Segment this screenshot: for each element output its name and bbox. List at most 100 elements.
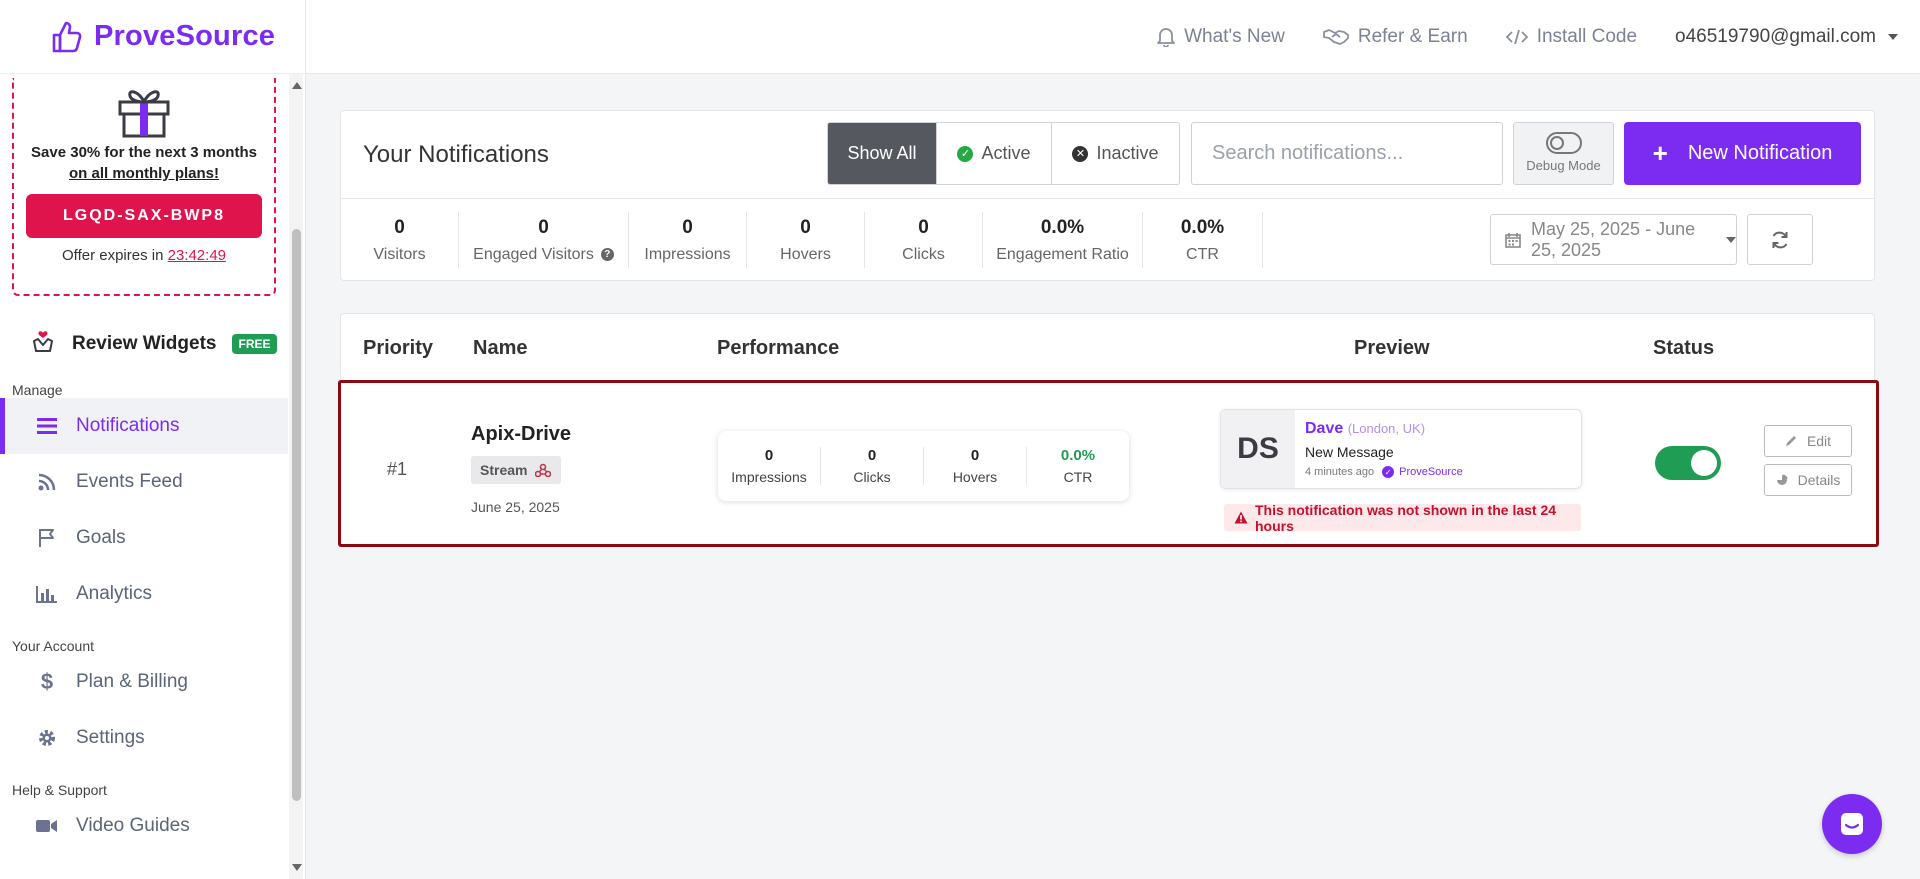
heart-hands-icon [30, 327, 58, 361]
col-priority: Priority [363, 336, 434, 359]
sidebar-scrollbar[interactable] [289, 74, 303, 879]
sidebar-item-settings[interactable]: Settings [0, 710, 288, 766]
logo[interactable]: ProveSource [0, 0, 305, 74]
whats-new-link[interactable]: What's New [1157, 26, 1285, 48]
sidebar: ProveSource Save 30% for the next 3 mont… [0, 0, 306, 879]
col-status: Status [1653, 336, 1715, 359]
table-row[interactable]: #1 Apix-Drive Stream June 25, 2025 0 Imp… [338, 380, 1879, 547]
filter-inactive[interactable]: ✕ Inactive [1051, 123, 1179, 184]
preview-time: 4 minutes ago [1305, 466, 1375, 478]
section-manage: Manage [12, 382, 63, 398]
promo-headline: Save 30% for the next 3 months [31, 144, 257, 161]
sidebar-item-goals[interactable]: Goals [0, 510, 288, 566]
flag-icon [36, 527, 58, 549]
preview-brand: ProveSource [1399, 466, 1463, 478]
stats-bar: 0 Visitors 0 Engaged Visitors? 0 Impress… [341, 199, 1874, 281]
col-performance: Performance [717, 336, 840, 359]
promo-code-button[interactable]: LGQD-SAX-BWP8 [26, 194, 262, 238]
preview-body: Dave (London, UK) New Message 4 minutes … [1295, 410, 1463, 488]
stat-value: 0.0% [1180, 216, 1225, 238]
filter-show-all[interactable]: Show All [828, 123, 936, 184]
preview-name: Dave (London, UK) [1305, 420, 1463, 438]
scroll-down-arrow-icon[interactable] [292, 864, 302, 871]
whats-new-label: What's New [1184, 25, 1285, 47]
notifications-card: Your Notifications Show All ✓ Active ✕ I… [340, 110, 1875, 281]
status-toggle[interactable] [1655, 446, 1721, 480]
sidebar-item-video-guides[interactable]: Video Guides [0, 798, 288, 854]
calendar-icon [1505, 232, 1521, 248]
col-preview: Preview [1354, 336, 1430, 359]
sidebar-item-label: Video Guides [76, 815, 190, 836]
edit-button[interactable]: Edit [1764, 425, 1852, 457]
search-input[interactable] [1191, 122, 1503, 185]
page-title: Your Notifications [363, 140, 549, 168]
avatar: DS [1221, 410, 1295, 488]
refresh-button[interactable] [1747, 214, 1813, 265]
perf-value: 0 [764, 447, 774, 464]
date-range-picker[interactable]: May 25, 2025 - June 25, 2025 [1490, 214, 1737, 265]
sidebar-item-label: Settings [76, 727, 145, 748]
video-icon [36, 815, 58, 837]
stat-label: Engagement Ratio [996, 245, 1129, 263]
sidebar-item-label: Notifications [76, 415, 180, 436]
performance-summary: 0 Impressions 0 Clicks 0 Hovers 0.0% CTR [718, 431, 1129, 501]
section-help-support: Help & Support [12, 782, 107, 798]
perf-label: CTR [1063, 469, 1093, 485]
perf-hovers: 0 Hovers [924, 447, 1027, 485]
verified-check-icon: ✓ [1382, 466, 1395, 478]
stat-impressions: 0 Impressions [629, 212, 747, 268]
type-label: Stream [480, 462, 528, 478]
sidebar-item-plan-billing[interactable]: $ Plan & Billing [0, 654, 288, 710]
sidebar-item-events-feed[interactable]: Events Feed [0, 454, 288, 510]
stat-hovers: 0 Hovers [747, 212, 865, 268]
row-priority: #1 [387, 459, 408, 479]
review-widgets-label: Review Widgets [72, 333, 217, 354]
scroll-thumb[interactable] [292, 229, 301, 801]
filter-active-label: Active [981, 143, 1031, 163]
free-badge: FREE [232, 334, 277, 354]
stat-value: 0 [682, 216, 693, 238]
user-email: o46519790@gmail.com [1675, 25, 1876, 47]
chat-launcher-button[interactable] [1822, 794, 1882, 854]
code-icon [1505, 29, 1528, 45]
sidebar-item-label: Goals [76, 527, 126, 548]
promo-plans-link[interactable]: on all monthly plans! [14, 165, 274, 182]
perf-value: 0.0% [1060, 447, 1096, 464]
chevron-down-icon [1888, 33, 1898, 40]
notifications-header: Your Notifications Show All ✓ Active ✕ I… [341, 111, 1874, 199]
new-notification-button[interactable]: + New Notification [1624, 122, 1861, 185]
check-circle-icon: ✓ [957, 145, 974, 162]
install-code-label: Install Code [1536, 25, 1638, 47]
bar-chart-icon [36, 583, 58, 605]
filter-active[interactable]: ✓ Active [936, 123, 1051, 184]
row-name[interactable]: Apix-Drive [471, 423, 571, 446]
question-circle-icon[interactable]: ? [600, 248, 614, 261]
debug-mode-toggle[interactable]: Debug Mode [1513, 122, 1614, 185]
refer-earn-link[interactable]: Refer & Earn [1322, 25, 1468, 48]
perf-value: 0 [970, 447, 980, 464]
promo-expires: Offer expires in 23:42:49 [14, 247, 274, 264]
scroll-up-arrow-icon[interactable] [292, 82, 302, 89]
promo-box: Save 30% for the next 3 months on all mo… [12, 78, 276, 296]
edit-label: Edit [1806, 433, 1832, 449]
details-button[interactable]: Details [1764, 464, 1852, 496]
notification-preview[interactable]: DS Dave (London, UK) New Message 4 minut… [1220, 409, 1582, 489]
chat-icon [1841, 813, 1863, 835]
preview-location: (London, UK) [1347, 421, 1426, 436]
x-circle-icon: ✕ [1072, 145, 1089, 162]
stat-label: Clicks [902, 245, 945, 263]
webhook-icon [535, 463, 552, 477]
warning-text: This notification was not shown in the l… [1255, 501, 1557, 534]
install-code-link[interactable]: Install Code [1505, 25, 1638, 48]
perf-impressions: 0 Impressions [718, 447, 821, 485]
sidebar-item-label: Analytics [76, 583, 153, 604]
refer-earn-label: Refer & Earn [1357, 25, 1468, 47]
gift-icon [118, 90, 170, 138]
brand-name: ProveSource [94, 20, 276, 52]
review-widgets-link[interactable]: Review Widgets FREE [0, 322, 288, 366]
date-range-value: May 25, 2025 - June 25, 2025 [1531, 218, 1696, 260]
user-menu[interactable]: o46519790@gmail.com [1675, 26, 1898, 48]
sidebar-item-analytics[interactable]: Analytics [0, 566, 288, 622]
sidebar-item-notifications[interactable]: Notifications [0, 398, 288, 454]
dollar-icon: $ [40, 669, 54, 694]
